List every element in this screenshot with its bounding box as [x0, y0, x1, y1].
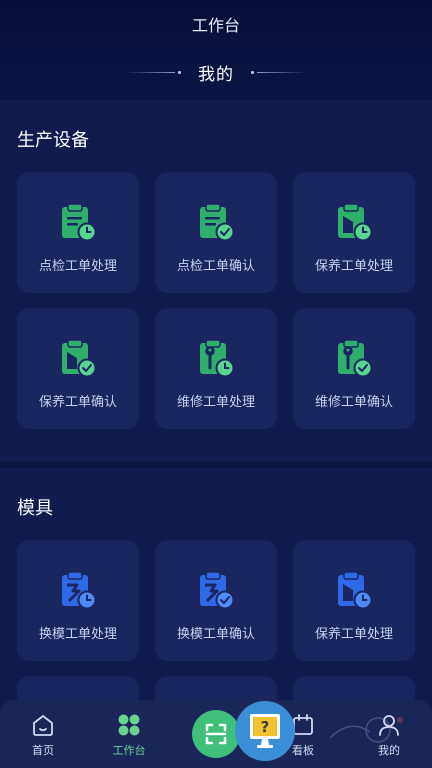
tab-workbench[interactable]: 工作台: [94, 712, 164, 758]
card-mold-maintenance-process[interactable]: 保养工单处理: [293, 540, 415, 661]
card-inspection-process[interactable]: 点检工单处理: [17, 172, 139, 293]
clipboard-oil-clock-icon: [338, 203, 373, 242]
home-icon: [33, 715, 53, 736]
header: 工作台 我的: [0, 0, 432, 100]
page-title: 工作台: [191, 16, 240, 35]
heading-dot-right: [251, 71, 254, 74]
card-label: 维修工单确认: [314, 395, 393, 410]
clipboard-clock-icon: [62, 203, 97, 242]
card-maintenance-confirm[interactable]: 保养工单确认: [17, 308, 139, 429]
card-mold-change-process[interactable]: 换模工单处理: [17, 540, 139, 661]
card-repair-process[interactable]: 维修工单处理: [155, 308, 277, 429]
svg-text:?: ?: [261, 718, 270, 736]
watermark-logo: [329, 717, 403, 743]
tab-label: 首页: [32, 744, 54, 757]
card-maintenance-process[interactable]: 保养工单处理: [293, 172, 415, 293]
grid-icon: [118, 714, 140, 736]
card-inspection-confirm[interactable]: 点检工单确认: [155, 172, 277, 293]
section-title: 模具: [17, 498, 53, 519]
card-label: 保养工单确认: [38, 395, 117, 410]
clipboard-wrench-check-icon: [338, 339, 373, 378]
clipboard-oil-clock-icon: [338, 571, 373, 610]
card-label: 点检工单确认: [176, 259, 255, 274]
heading-dot-left: [178, 71, 181, 74]
card-label: 点检工单处理: [38, 259, 117, 274]
scan-icon: [205, 723, 227, 745]
card-mold-change-confirm[interactable]: 换模工单确认: [155, 540, 277, 661]
clipboard-swap-check-icon: [200, 571, 235, 610]
clipboard-wrench-clock-icon: [200, 339, 235, 378]
heading-line-right: [257, 72, 307, 73]
card-label: 换模工单确认: [176, 627, 255, 642]
heading-line-left: [125, 72, 175, 73]
heading-text: 我的: [198, 65, 234, 85]
help-monitor-icon: ?: [250, 714, 280, 748]
card-label: 保养工单处理: [314, 627, 393, 642]
help-button[interactable]: ?: [235, 701, 295, 761]
card-repair-confirm[interactable]: 维修工单确认: [293, 308, 415, 429]
clipboard-check-icon: [200, 203, 235, 242]
tab-home[interactable]: 首页: [8, 712, 78, 758]
clipboard-swap-clock-icon: [62, 571, 97, 610]
card-label: 保养工单处理: [314, 259, 393, 274]
section-title: 生产设备: [17, 130, 89, 151]
section-production-equipment: 生产设备 点检工单处理 点检工单确认 保养工单处理 保养工单确认 维修工单处理 …: [0, 100, 432, 462]
tab-label: 工作台: [112, 744, 146, 757]
card-label: 维修工单处理: [176, 395, 255, 410]
scan-button[interactable]: [192, 710, 240, 758]
section-heading: 我的: [0, 60, 432, 85]
card-label: 换模工单处理: [38, 627, 117, 642]
clipboard-oil-check-icon: [62, 339, 97, 378]
